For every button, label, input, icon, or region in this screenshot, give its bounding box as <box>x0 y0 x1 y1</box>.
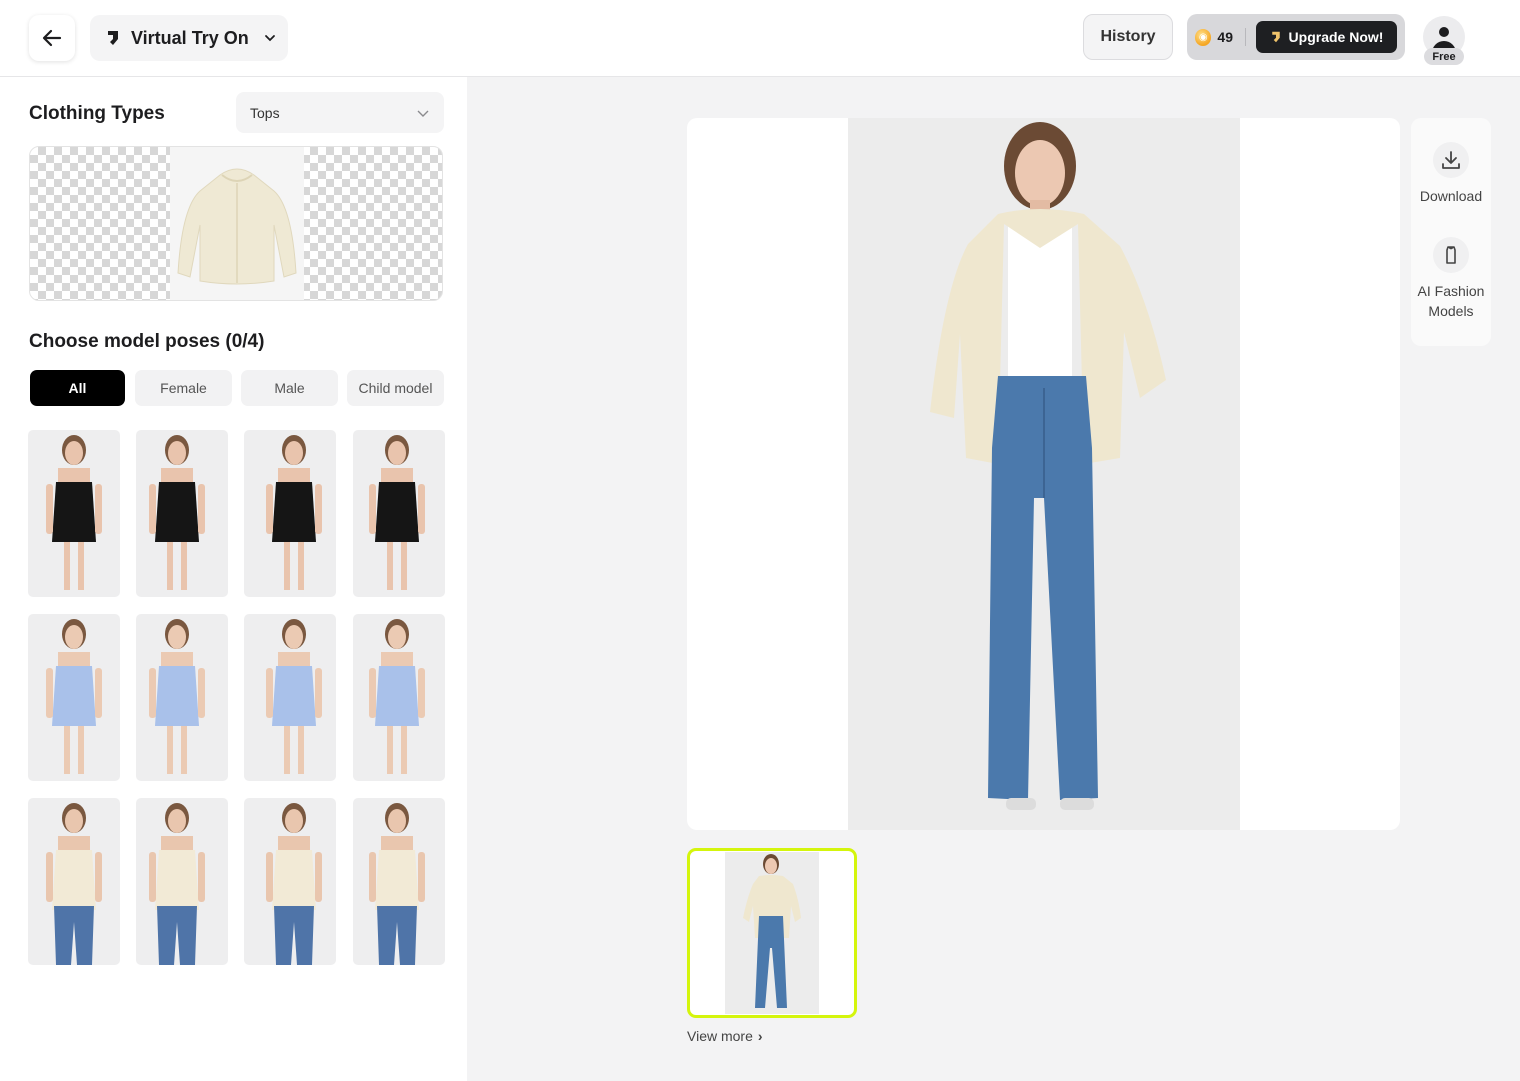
view-more-label: View more <box>687 1028 753 1044</box>
model-pose-figure <box>266 803 322 965</box>
model-pose-card[interactable] <box>353 798 445 965</box>
filter-child-model[interactable]: Child model <box>347 370 444 406</box>
download-label: Download <box>1419 188 1483 204</box>
model-pose-card[interactable] <box>244 430 336 597</box>
model-figure <box>930 122 1166 810</box>
download-button[interactable]: Download <box>1411 142 1491 206</box>
shirt-icon <box>1433 237 1469 273</box>
model-pose-card[interactable] <box>353 614 445 781</box>
filter-female[interactable]: Female <box>135 370 232 406</box>
clothing-types-title: Clothing Types <box>29 103 165 124</box>
tool-rail: Download AI Fashion Models <box>1411 118 1491 346</box>
model-pose-figure <box>46 619 102 774</box>
model-pose-card[interactable] <box>244 798 336 965</box>
model-pose-card[interactable] <box>28 614 120 781</box>
clothing-type-dropdown[interactable]: Tops <box>236 92 444 133</box>
model-pose-card[interactable] <box>136 430 228 597</box>
app-logo-icon <box>108 31 118 45</box>
model-pose-figure <box>149 803 205 965</box>
result-image <box>848 118 1240 830</box>
model-pose-figure <box>46 803 102 965</box>
chevron-right-icon: › <box>757 1028 763 1044</box>
pose-filter-tabs: All Female Male Child model <box>30 370 444 406</box>
history-button[interactable]: History <box>1083 14 1173 60</box>
plan-badge: Free <box>1424 48 1464 65</box>
download-icon <box>1433 142 1469 178</box>
tool-name: Virtual Try On <box>131 27 249 48</box>
clothing-type-value: Tops <box>250 104 280 121</box>
result-preview <box>687 118 1400 830</box>
back-button[interactable] <box>29 15 75 61</box>
uploaded-garment[interactable] <box>29 146 443 301</box>
model-poses-title: Choose model poses (0/4) <box>29 331 265 352</box>
model-pose-figure <box>369 803 425 965</box>
settings-panel: Clothing Types Tops Choose model poses (… <box>0 77 467 1081</box>
filter-male[interactable]: Male <box>241 370 338 406</box>
model-pose-figure <box>369 619 425 774</box>
model-pose-figure <box>266 619 322 774</box>
garment-image <box>170 147 304 300</box>
chevron-down-icon <box>417 110 429 117</box>
filter-all[interactable]: All <box>30 370 125 406</box>
coin-icon: ◉ <box>1195 28 1212 46</box>
thumbnail-figure <box>743 854 801 1008</box>
view-more-link[interactable]: View more › <box>687 1028 763 1044</box>
tool-switcher-dropdown[interactable]: Virtual Try On <box>90 15 288 61</box>
result-thumbnail[interactable] <box>687 848 857 1018</box>
model-pose-figure <box>149 435 205 590</box>
jacket-illustration <box>177 168 297 285</box>
model-pose-figure <box>46 435 102 590</box>
top-bar: Virtual Try On History ◉ 49 Upgrade Now!… <box>0 0 1520 77</box>
chevron-down-icon <box>263 31 277 45</box>
user-icon <box>1439 27 1449 37</box>
ai-fashion-models-button[interactable]: AI Fashion Models <box>1411 237 1491 321</box>
model-pose-card[interactable] <box>353 430 445 597</box>
model-pose-card[interactable] <box>28 798 120 965</box>
app-logo-icon <box>1271 31 1280 43</box>
model-pose-figure <box>266 435 322 590</box>
ai-fashion-models-label: AI Fashion Models <box>1417 283 1485 319</box>
credits-count: 49 <box>1217 29 1233 45</box>
model-pose-card[interactable] <box>244 614 336 781</box>
upgrade-label: Upgrade Now! <box>1288 29 1384 45</box>
arrow-left-icon <box>42 29 62 47</box>
user-avatar[interactable]: Free <box>1423 16 1465 66</box>
model-pose-card[interactable] <box>136 614 228 781</box>
model-pose-card[interactable] <box>28 430 120 597</box>
model-pose-figure <box>369 435 425 590</box>
model-pose-figure <box>149 619 205 774</box>
credits-panel: ◉ 49 Upgrade Now! <box>1187 14 1405 60</box>
divider <box>1245 28 1246 46</box>
upgrade-button[interactable]: Upgrade Now! <box>1255 21 1397 53</box>
thumbnail-image <box>725 852 819 1014</box>
model-pose-card[interactable] <box>136 798 228 965</box>
